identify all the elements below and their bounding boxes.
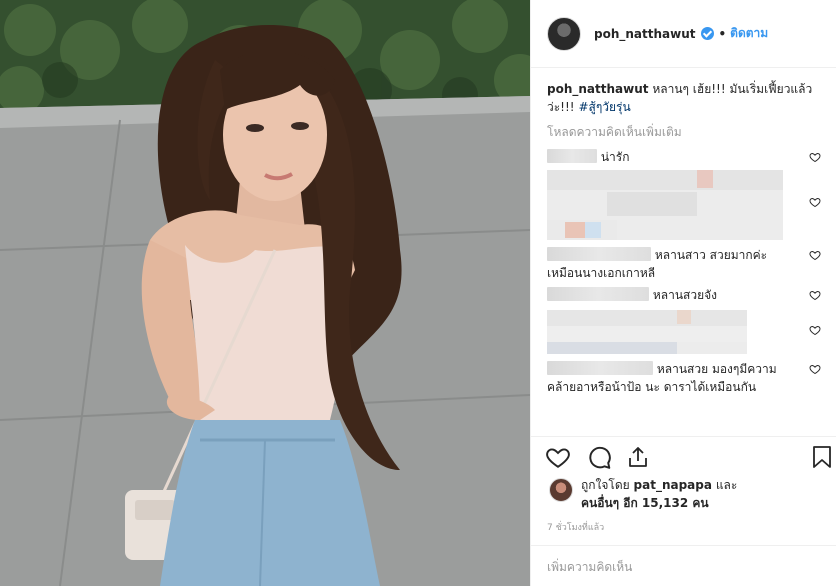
comment-item: หลานสวย มองๆมีความคล้ายอาหรือน้าป้อ นะ ด… — [547, 360, 821, 396]
author-avatar[interactable] — [547, 16, 581, 51]
bookmark-icon[interactable] — [811, 444, 833, 470]
likes-summary: ถูกใจโดย pat_napapa และ คนอื่นๆ อีก 15,1… — [547, 476, 827, 512]
liker-username[interactable]: pat_napapa — [634, 478, 712, 492]
verified-badge-icon — [700, 27, 714, 40]
follow-button[interactable]: ติดตาม — [730, 24, 768, 43]
caption-hashtag[interactable]: #สู้ๆวัยรุ่น — [578, 100, 630, 114]
blurred-username — [547, 247, 651, 261]
share-icon[interactable] — [626, 444, 650, 470]
comment-item: หลานสาว สวยมากค่ะ เหมือนนางเอกเกาหลี — [547, 246, 821, 282]
caption-username[interactable]: poh_natthawut — [547, 82, 649, 96]
post-caption: poh_natthawut หลานๆ เฮ้ย!!! มันเริ่มเฟี้… — [547, 80, 821, 116]
comment-like-heart-icon[interactable] — [809, 324, 821, 336]
comment-item — [547, 310, 821, 354]
post-header: poh_natthawut • ติดตาม — [531, 0, 836, 68]
likes-others-link[interactable]: คนอื่นๆ อีก 15,132 คน — [581, 496, 709, 510]
comment-icon[interactable] — [586, 444, 612, 470]
separator-dot: • — [718, 26, 727, 41]
comment-like-heart-icon[interactable] — [809, 196, 821, 208]
comments-section[interactable]: poh_natthawut หลานๆ เฮ้ย!!! มันเริ่มเฟี้… — [531, 69, 836, 435]
blurred-username — [547, 287, 649, 301]
likes-prefix: ถูกใจโดย — [581, 478, 630, 492]
post-timestamp[interactable]: 7 ชั่วโมงที่แล้ว — [547, 520, 604, 534]
likes-and: และ — [715, 478, 738, 492]
blurred-comment — [547, 170, 783, 240]
comment-like-heart-icon[interactable] — [809, 249, 821, 261]
blurred-comment — [547, 310, 747, 354]
blurred-username — [547, 149, 597, 163]
add-comment-input[interactable]: เพิ่มความคิดเห็น — [531, 545, 836, 586]
heart-icon[interactable] — [545, 444, 571, 470]
author-username[interactable]: poh_natthawut — [594, 27, 696, 41]
post-side-panel: poh_natthawut • ติดตาม poh_natthawut หลา… — [530, 0, 836, 586]
blurred-username — [547, 361, 653, 375]
comment-like-heart-icon[interactable] — [809, 151, 821, 163]
comment-like-heart-icon[interactable] — [809, 289, 821, 301]
load-more-comments-link[interactable]: โหลดความคิดเห็นเพิ่มเติม — [547, 123, 821, 142]
post-photo[interactable] — [0, 0, 530, 586]
comment-item: น่ารัก — [547, 148, 821, 166]
comment-text: หลานสวยจัง — [652, 288, 718, 302]
comment-item — [547, 170, 821, 240]
post-photo-illustration — [0, 0, 530, 586]
comment-item: หลานสวยจัง — [547, 286, 821, 304]
liker-avatar[interactable] — [549, 478, 573, 502]
post-action-bar — [531, 436, 836, 474]
comment-like-heart-icon[interactable] — [809, 363, 821, 375]
comment-text: น่ารัก — [600, 150, 630, 164]
